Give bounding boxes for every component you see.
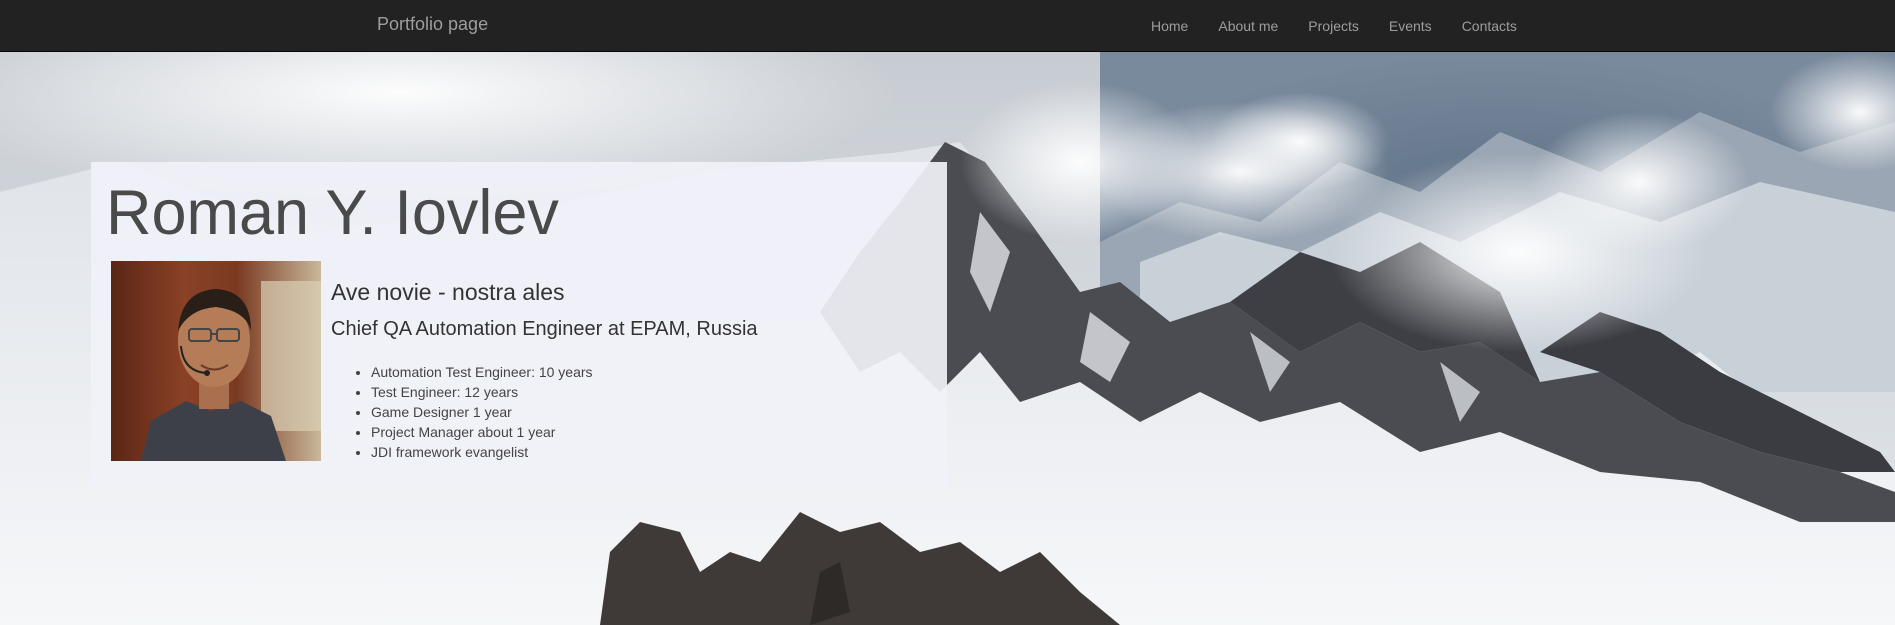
list-item: Game Designer 1 year — [371, 402, 593, 422]
nav-item-events: Events — [1374, 0, 1447, 50]
profile-card: Roman Y. Iovlev Ave novie - nostra ales … — [91, 162, 947, 487]
nav-link-home[interactable]: Home — [1136, 0, 1203, 50]
nav-link-contacts[interactable]: Contacts — [1447, 0, 1532, 50]
list-item: Test Engineer: 12 years — [371, 382, 593, 402]
experience-list: Automation Test Engineer: 10 years Test … — [331, 362, 593, 462]
nav-item-about: About me — [1203, 0, 1293, 50]
profile-name: Roman Y. Iovlev — [106, 178, 559, 248]
nav-item-projects: Projects — [1293, 0, 1374, 50]
profile-position: Chief QA Automation Engineer at EPAM, Ru… — [331, 318, 758, 340]
list-item: JDI framework evangelist — [371, 442, 593, 462]
brand-link[interactable]: Portfolio page — [377, 14, 488, 35]
list-item: Project Manager about 1 year — [371, 422, 593, 442]
nav-link-about-me[interactable]: About me — [1203, 0, 1293, 50]
list-item: Automation Test Engineer: 10 years — [371, 362, 593, 382]
nav-item-home: Home — [1136, 0, 1203, 50]
profile-motto: Ave novie - nostra ales — [331, 279, 565, 305]
nav-link-events[interactable]: Events — [1374, 0, 1447, 50]
top-navbar: Portfolio page Home About me Projects Ev… — [0, 0, 1895, 52]
nav-link-projects[interactable]: Projects — [1293, 0, 1374, 50]
hero-section: Roman Y. Iovlev Ave novie - nostra ales … — [0, 52, 1895, 625]
main-nav: Home About me Projects Events Contacts — [1136, 0, 1532, 50]
nav-item-contacts: Contacts — [1447, 0, 1532, 50]
portrait-image — [111, 261, 321, 461]
profile-photo — [111, 261, 321, 461]
